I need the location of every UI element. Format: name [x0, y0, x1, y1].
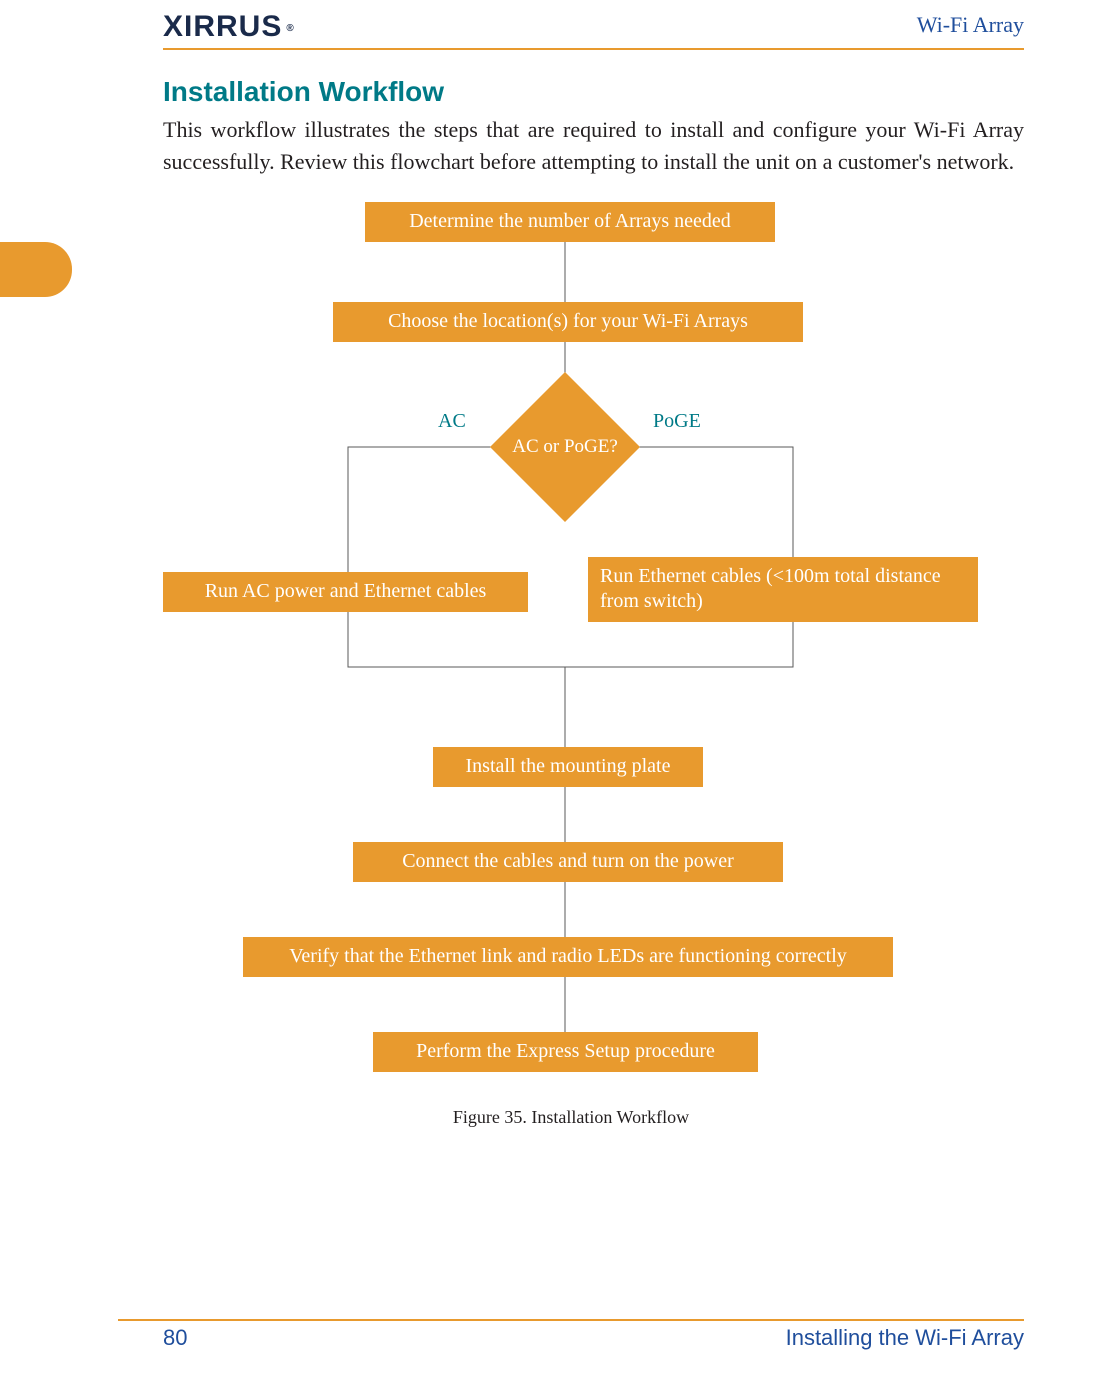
flow-node-verify-leds: Verify that the Ethernet link and radio … — [243, 937, 893, 977]
header-product-name: Wi-Fi Array — [917, 12, 1024, 42]
footer-section-title: Installing the Wi-Fi Array — [786, 1325, 1024, 1351]
page-number: 80 — [163, 1325, 187, 1351]
flowchart-connectors — [118, 202, 1024, 1167]
brand-logo: XIRRUS ® — [163, 12, 293, 42]
flow-node-choose-location: Choose the location(s) for your Wi-Fi Ar… — [333, 302, 803, 342]
flow-node-run-ac-ethernet: Run AC power and Ethernet cables — [163, 572, 528, 612]
page-footer: 80 Installing the Wi-Fi Array — [118, 1319, 1024, 1351]
flow-node-determine-arrays: Determine the number of Arrays needed — [365, 202, 775, 242]
flow-node-install-mounting-plate: Install the mounting plate — [433, 747, 703, 787]
flow-node-run-ethernet-poge: Run Ethernet cables (<100m total distanc… — [588, 557, 978, 622]
decision-branch-ac-label: AC — [438, 410, 466, 433]
document-page: XIRRUS ® Wi-Fi Array Installation Workflo… — [0, 0, 1094, 1381]
registered-mark: ® — [286, 24, 294, 34]
flow-decision-label: AC or PoGE? — [490, 372, 640, 522]
installation-flowchart: Determine the number of Arrays needed Ch… — [118, 202, 1024, 1167]
figure-caption: Figure 35. Installation Workflow — [118, 1107, 1024, 1128]
flow-decision-power: AC or PoGE? — [490, 372, 640, 522]
brand-logo-text: XIRRUS — [163, 12, 282, 42]
flow-node-express-setup: Perform the Express Setup procedure — [373, 1032, 758, 1072]
section-thumb-tab — [0, 242, 72, 297]
section-intro: This workflow illustrates the steps that… — [163, 114, 1024, 178]
section-title: Installation Workflow — [163, 76, 1024, 108]
page-header: XIRRUS ® Wi-Fi Array — [163, 0, 1024, 50]
decision-branch-poge-label: PoGE — [653, 410, 701, 433]
flow-node-connect-cables-power: Connect the cables and turn on the power — [353, 842, 783, 882]
